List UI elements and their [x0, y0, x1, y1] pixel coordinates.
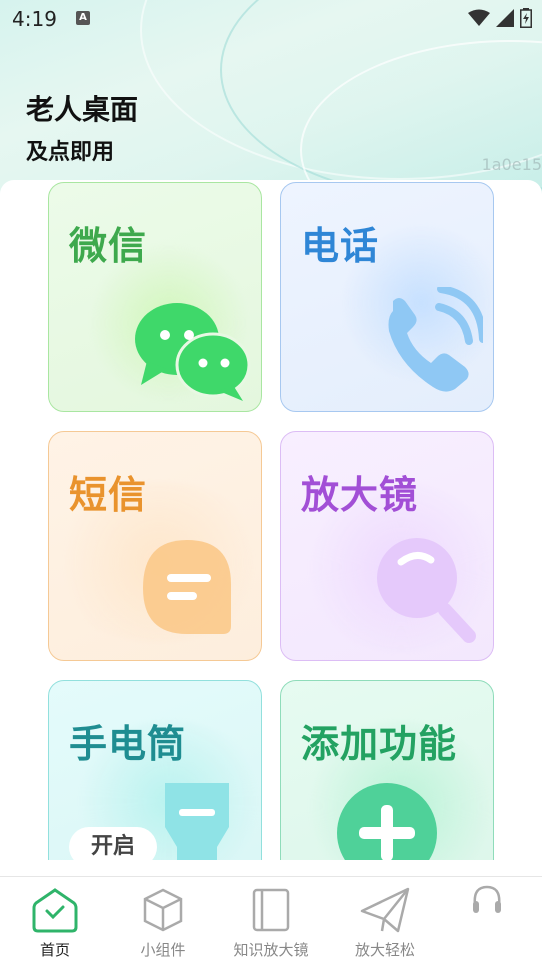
watermark-text: 1a0e15	[481, 155, 542, 174]
magnifier-icon	[377, 538, 476, 643]
phone-card[interactable]: 电话	[280, 182, 494, 412]
home-icon	[32, 888, 78, 933]
nav-item-easy[interactable]: 放大轻松	[330, 883, 440, 963]
nav-item-widgets[interactable]: 小组件	[108, 883, 218, 963]
sms-card[interactable]: 短信	[48, 431, 262, 661]
message-icon	[143, 540, 231, 634]
add-feature-card[interactable]: 添加功能	[280, 680, 494, 860]
nav-item-support[interactable]	[432, 883, 542, 963]
book-icon	[252, 888, 290, 932]
sms-label: 短信	[69, 473, 148, 517]
add-feature-label: 添加功能	[301, 722, 458, 766]
magnifier-card[interactable]: 放大镜	[280, 431, 494, 661]
page-title: 老人桌面	[26, 93, 139, 126]
plus-icon	[337, 783, 437, 860]
status-icons	[468, 8, 532, 28]
signal-icon	[496, 9, 514, 27]
nav-label-knowledge: 知识放大镜	[233, 941, 309, 959]
flashlight-toggle-button[interactable]: 开启	[69, 827, 157, 860]
nav-label-easy: 放大轻松	[354, 941, 415, 959]
magnifier-label: 放大镜	[301, 473, 419, 517]
nav-item-home[interactable]: 首页	[0, 883, 110, 963]
status-time: 4:19	[12, 7, 57, 31]
battery-icon	[520, 8, 532, 28]
wifi-icon	[468, 9, 490, 26]
wechat-card[interactable]: 微信	[48, 182, 262, 412]
phone-label: 电话	[301, 224, 380, 268]
phone-icon	[388, 287, 483, 392]
page-subtitle: 及点即用	[26, 140, 115, 165]
status-bar: 4:19 A	[0, 0, 542, 38]
wechat-label: 微信	[69, 224, 148, 268]
notification-icon: A	[76, 11, 90, 25]
nav-item-knowledge[interactable]: 知识放大镜	[216, 883, 326, 963]
paper-plane-icon	[360, 887, 410, 933]
main-panel: 微信 电话 短信 放大镜 手电筒 开启 添加功能	[0, 180, 542, 860]
nav-label-home: 首页	[39, 941, 70, 959]
flashlight-label: 手电筒	[69, 722, 187, 766]
wechat-icon	[135, 303, 251, 401]
nav-label-widgets: 小组件	[140, 941, 186, 959]
flashlight-icon	[165, 783, 229, 860]
flashlight-card[interactable]: 手电筒 开启	[48, 680, 262, 860]
bottom-nav: 首页 小组件 知识放大镜 放大轻松	[0, 876, 542, 965]
headset-icon	[473, 885, 501, 913]
cube-icon	[143, 888, 183, 932]
